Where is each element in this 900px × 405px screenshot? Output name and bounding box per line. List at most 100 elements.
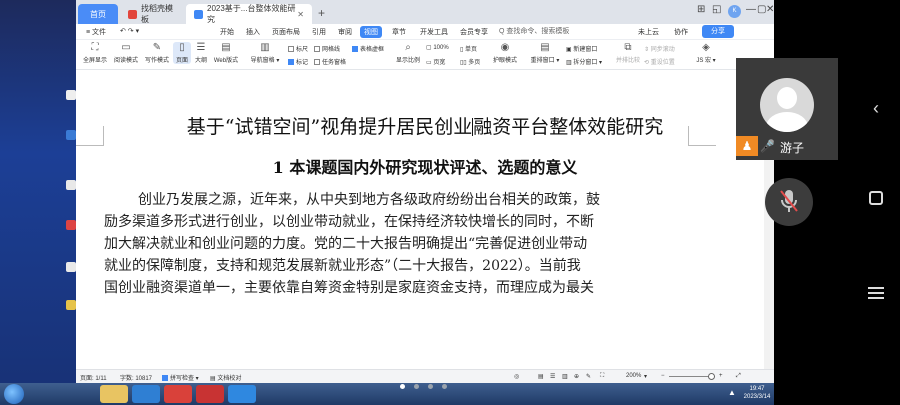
taskbar-wps[interactable] — [164, 385, 192, 403]
command-search-input[interactable]: Q 查找命令、搜索模板 — [499, 26, 619, 38]
document-title[interactable]: 基于“试错空间”视角提升居民创业融资平台整体效能研究 — [76, 112, 774, 139]
cloud-status[interactable]: 未上云 — [634, 26, 663, 38]
outline-mode-button[interactable]: ☰ 大纲 — [192, 42, 210, 64]
write-mode-button[interactable]: ✎ 写作模式 — [142, 42, 172, 64]
menu-item-layout[interactable]: 页面布局 — [268, 26, 304, 38]
zoom-level[interactable]: 200% — [626, 373, 641, 379]
page-indicator[interactable]: 页面: 1/11 — [80, 373, 107, 382]
mic-active-icon: 🎤 — [760, 139, 775, 153]
page-mode-button[interactable]: ▯ 页面 — [173, 42, 191, 64]
desktop-icon[interactable] — [66, 180, 76, 190]
fit-window-icon[interactable]: ⤢ — [736, 373, 741, 380]
web-mode-button[interactable]: ▤ Web版式 — [211, 42, 241, 64]
rearrange-icon: ▤ — [540, 42, 550, 53]
taskbar-clock[interactable]: 19:47 2023/3/14 — [742, 385, 772, 401]
skin-icon[interactable]: ◱ — [712, 4, 721, 15]
eye-icon: ◉ — [500, 42, 510, 53]
start-button[interactable] — [4, 384, 24, 404]
desktop-icon[interactable] — [66, 220, 76, 230]
zoom-100-button[interactable]: ▢ 100% — [426, 44, 449, 51]
menu-item-devtools[interactable]: 开发工具 — [416, 26, 452, 38]
grid-icon[interactable]: ⊞ — [697, 4, 705, 15]
desktop-icon[interactable] — [66, 130, 76, 140]
single-page-button[interactable]: ▯ 单页 — [460, 44, 477, 53]
sync-scroll-button[interactable]: ⇕ 同步滚动 — [644, 44, 675, 53]
menu-item-member[interactable]: 会员专享 — [456, 26, 492, 38]
menu-item-view[interactable]: 视图 — [360, 26, 382, 38]
taskbar-explorer[interactable] — [100, 385, 128, 403]
tray-overflow-icon[interactable]: ▲ — [728, 388, 736, 397]
menu-item-chapter[interactable]: 章节 — [388, 26, 410, 38]
read-mode-button[interactable]: ▭ 阅读模式 — [111, 42, 141, 64]
view-globe-icon[interactable]: ⊕ — [574, 373, 579, 380]
desktop-icon[interactable] — [66, 262, 76, 272]
page-dot[interactable] — [414, 384, 419, 389]
taskpane-checkbox[interactable]: 任务窗格 — [314, 57, 346, 66]
view-page-icon[interactable]: ▤ — [538, 373, 544, 380]
share-button[interactable]: 分享 — [702, 25, 734, 38]
zoom-slider-knob[interactable] — [708, 373, 715, 380]
menu-icon[interactable] — [866, 284, 886, 302]
minimize-icon[interactable]: — — [746, 4, 756, 15]
side-by-side-button[interactable]: ⧉ 并排比较 — [614, 42, 642, 64]
view-write-icon[interactable]: ✎ — [586, 373, 591, 380]
menu-undo-icon[interactable]: ↶ ↷ ▾ — [116, 26, 143, 36]
menu-item-reference[interactable]: 引用 — [308, 26, 330, 38]
view-fullscreen-icon[interactable]: ⛶ — [600, 373, 604, 380]
js-macro-button[interactable]: ◈ JS 宏 ▾ — [694, 42, 718, 64]
eye-status-icon[interactable]: ◎ — [514, 373, 519, 380]
page-dot[interactable] — [400, 384, 405, 389]
spellcheck-toggle[interactable]: 拼写检查 ▾ — [162, 373, 199, 382]
desktop-icon[interactable] — [66, 90, 76, 100]
collab-button[interactable]: 协作 — [670, 26, 692, 38]
tab-document[interactable]: 2023基于...台整体效能研究 ✕ — [186, 4, 312, 24]
rearrange-button[interactable]: ▤ 重排窗口 ▾ — [528, 42, 562, 64]
proofread-button[interactable]: ▤ 文档校对 — [210, 373, 241, 382]
home-square-icon[interactable] — [866, 191, 886, 205]
zoom-in-button[interactable]: + — [719, 373, 723, 379]
menu-item-review[interactable]: 审阅 — [334, 26, 356, 38]
menu-item-insert[interactable]: 插入 — [242, 26, 264, 38]
zoom-ratio-button[interactable]: ⌕ 显示比例 — [394, 42, 422, 64]
zoom-out-button[interactable]: − — [661, 373, 665, 379]
taskbar-app-blue[interactable] — [228, 385, 256, 403]
zoom-dropdown-icon[interactable]: ▾ — [644, 373, 647, 380]
page-dot[interactable] — [428, 384, 433, 389]
ruler-checkbox[interactable]: 标尺 — [288, 44, 308, 53]
mute-microphone-button[interactable] — [765, 178, 813, 226]
fullscreen-button[interactable]: ⛶ 全屏显示 — [80, 42, 110, 64]
paragraph-line: 创业乃发展之源，近年来，从中央到地方各级政府纷纷出台相关的政策，鼓 — [138, 192, 600, 208]
nav-pane-button[interactable]: ▥ 导航窗格 ▾ — [246, 42, 284, 64]
table-gridlines-checkbox[interactable]: 表格虚框 — [352, 44, 384, 53]
taskbar-app-red[interactable] — [196, 385, 224, 403]
reset-position-button[interactable]: ⟲ 重设位置 — [644, 57, 675, 66]
menu-bar: ≡ 文件 ↶ ↷ ▾ 开始 插入 页面布局 引用 审阅 视图 章节 开发工具 会… — [76, 24, 774, 40]
split-window-button[interactable]: ▥ 拆分窗口 ▾ — [566, 57, 602, 66]
menu-item-start[interactable]: 开始 — [216, 26, 238, 38]
new-tab-button[interactable]: + — [318, 6, 325, 20]
account-avatar[interactable]: K — [728, 5, 741, 18]
body-paragraph[interactable]: 创业乃发展之源，近年来，从中央到地方各级政府纷纷出台相关的政策，鼓 励多渠道多形… — [104, 189, 688, 299]
back-icon[interactable]: ‹ — [866, 98, 886, 119]
view-outline-icon[interactable]: ☰ — [550, 373, 555, 380]
page-dot[interactable] — [442, 384, 447, 389]
page-width-button[interactable]: ▭ 页宽 — [426, 57, 445, 66]
section-heading[interactable]: 1 本课题国内外研究现状评述、选题的意义 — [76, 154, 774, 178]
participant-video-tile[interactable]: ♟ 🎤 游子 — [736, 58, 838, 160]
tab-template[interactable]: 找稻壳模板 — [120, 4, 184, 24]
taskbar-ie[interactable] — [132, 385, 160, 403]
view-web-icon[interactable]: ▥ — [562, 373, 568, 380]
file-menu[interactable]: ≡ 文件 — [82, 26, 110, 38]
tab-home[interactable]: 首页 — [78, 4, 118, 24]
person-icon: ♟ — [736, 136, 758, 156]
markup-checkbox[interactable]: 标记 — [288, 57, 308, 66]
close-icon[interactable]: ✕ — [766, 4, 774, 15]
desktop-icon[interactable] — [66, 300, 76, 310]
checkbox-icon — [314, 59, 320, 65]
gridlines-checkbox[interactable]: 网格线 — [314, 44, 340, 53]
new-window-button[interactable]: ▣ 新建窗口 — [566, 44, 597, 53]
multi-page-button[interactable]: ▯▯ 多页 — [460, 57, 480, 66]
word-count[interactable]: 字数: 10817 — [120, 373, 152, 382]
eye-care-button[interactable]: ◉ 护眼模式 — [490, 42, 520, 64]
close-tab-icon[interactable]: ✕ — [297, 10, 304, 19]
